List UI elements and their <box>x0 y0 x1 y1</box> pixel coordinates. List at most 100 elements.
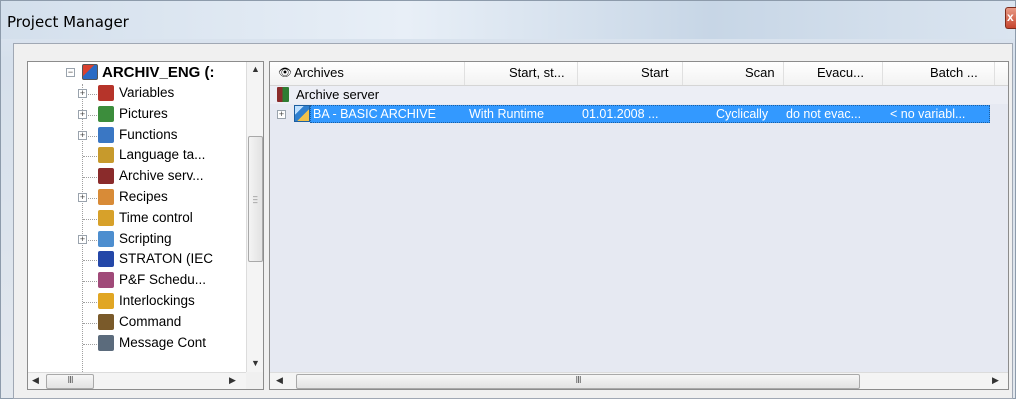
column-start-type[interactable]: Start, st... <box>509 65 565 80</box>
client-area: − ARCHIV_ENG (: + Variables + Pictures + Func… <box>13 43 1013 399</box>
tree-root-label: ARCHIV_ENG (: <box>102 64 215 81</box>
tree-horizontal-scrollbar[interactable]: ◀ III ▶ <box>28 372 246 389</box>
column-divider[interactable] <box>783 62 784 85</box>
scroll-up-arrow-icon[interactable]: ▲ <box>251 64 260 74</box>
tree-item-label: Interlockings <box>119 293 195 308</box>
window-title: Project Manager <box>7 13 129 31</box>
tree-hscroll-thumb[interactable]: III <box>46 374 94 389</box>
project-tree[interactable]: − ARCHIV_ENG (: + Variables + Pictures + Func… <box>27 61 264 390</box>
pictures-icon <box>98 105 114 122</box>
column-divider[interactable] <box>994 62 995 85</box>
archives-list-area: 👁 Archives Start, st... Start Scan Evacu… <box>270 62 1008 372</box>
archive-server-icon <box>98 168 114 185</box>
column-batch[interactable]: Batch ... <box>930 65 978 80</box>
scroll-left-arrow-icon[interactable]: ◀ <box>32 375 39 386</box>
expand-icon[interactable]: + <box>78 89 87 98</box>
tree-item-label: Command <box>119 313 182 329</box>
tree-connector <box>83 343 97 345</box>
column-divider[interactable] <box>577 62 578 85</box>
variables-icon <box>98 85 114 101</box>
recipes-icon <box>98 189 114 205</box>
project-manager-window: Project Manager x − ARCHIV_ENG (: + Varia… <box>0 0 1016 399</box>
tree-item[interactable]: STRATON (IEC <box>28 250 246 270</box>
tree-item[interactable]: Archive serv... <box>28 167 246 187</box>
functions-icon <box>98 126 114 143</box>
tree-connector <box>83 302 97 303</box>
tree-item-label: Language ta... <box>119 147 206 163</box>
tree-item[interactable]: + Pictures <box>28 105 246 125</box>
tree-item-label: Pictures <box>119 105 168 121</box>
tree-hscroll-grip: III <box>67 375 73 386</box>
tree-vertical-scrollbar[interactable]: ▲ – – – ▼ <box>246 62 263 372</box>
tree-item-label: Archive serv... <box>119 168 204 184</box>
tree-items: − ARCHIV_ENG (: + Variables + Pictures + Func… <box>28 62 246 372</box>
expand-icon[interactable]: + <box>78 234 87 244</box>
tree-root[interactable]: − ARCHIV_ENG (: <box>28 63 246 83</box>
cell-archive: BA - BASIC ARCHIVE <box>313 107 436 121</box>
tree-connector <box>83 177 97 179</box>
cell-batch: < no variabl... <box>890 107 966 121</box>
tree-item[interactable]: P&F Schedu... <box>28 271 246 291</box>
column-divider[interactable] <box>464 62 465 85</box>
tree-item-label: STRATON (IEC <box>119 251 214 267</box>
scroll-corner <box>246 372 263 389</box>
table-row[interactable]: BA - BASIC ARCHIVE With Runtime 01.01.20… <box>310 105 990 123</box>
straton-icon <box>98 251 114 268</box>
tree-connector <box>83 156 97 158</box>
scroll-left-arrow-icon[interactable]: ◀ <box>276 375 283 386</box>
tree-item-label: Time control <box>119 209 193 225</box>
column-divider[interactable] <box>882 62 883 85</box>
close-icon: x <box>1007 10 1014 24</box>
scroll-right-arrow-icon[interactable]: ▶ <box>992 375 999 386</box>
column-archives[interactable]: Archives <box>294 65 344 80</box>
pf-scheduler-icon <box>98 272 114 289</box>
tree-item[interactable]: + Functions <box>28 126 246 146</box>
message-control-icon <box>98 334 114 351</box>
scripting-icon <box>98 230 114 247</box>
column-divider[interactable] <box>682 62 683 85</box>
cell-scan: Cyclically <box>716 107 769 121</box>
tree-item-label: Message Cont <box>119 334 207 350</box>
tree-item[interactable]: + Variables <box>28 84 246 104</box>
tree-connector <box>83 260 97 262</box>
tree-item-label: P&F Schedu... <box>119 272 207 288</box>
expand-icon[interactable]: + <box>277 110 286 119</box>
column-evacuation[interactable]: Evacu... <box>817 65 864 80</box>
tree-connector <box>83 218 97 220</box>
list-horizontal-scrollbar[interactable]: ◀ III ▶ <box>270 372 1008 389</box>
tree-item[interactable]: Interlockings <box>28 292 246 312</box>
column-start[interactable]: Start <box>641 65 668 80</box>
archives-list[interactable]: 👁 Archives Start, st... Start Scan Evacu… <box>269 61 1009 390</box>
scroll-down-arrow-icon[interactable]: ▼ <box>251 358 260 368</box>
collapse-icon[interactable]: − <box>66 68 75 77</box>
scroll-right-arrow-icon[interactable]: ▶ <box>229 375 236 386</box>
tree-connector <box>83 281 97 283</box>
expand-icon[interactable]: + <box>78 193 87 202</box>
list-hscroll-grip: III <box>575 375 581 386</box>
language-table-icon <box>98 147 114 164</box>
group-label: Archive server <box>296 87 380 102</box>
time-control-icon <box>98 209 114 226</box>
column-scan[interactable]: Scan <box>745 65 775 80</box>
cell-evacuation: do not evac... <box>786 107 862 121</box>
tree-item-label: Variables <box>119 85 175 100</box>
tree-vscroll-thumb[interactable]: – – – <box>248 136 263 262</box>
title-bar[interactable]: Project Manager x <box>1 1 1016 39</box>
tree-item[interactable]: + Scripting <box>28 230 246 250</box>
tree-item-label: Recipes <box>119 189 168 204</box>
close-button[interactable]: x <box>1005 7 1016 29</box>
list-hscroll-thumb[interactable]: III <box>296 374 860 389</box>
tree-item[interactable]: Message Cont <box>28 334 246 354</box>
tree-item[interactable]: + Recipes <box>28 188 246 208</box>
tree-connector <box>83 322 97 324</box>
expand-icon[interactable]: + <box>78 109 87 119</box>
cell-start: 01.01.2008 ... <box>582 107 659 121</box>
group-row[interactable]: Archive server <box>270 86 1008 104</box>
tree-item[interactable]: Command <box>28 313 246 333</box>
tree-item[interactable]: Language ta... <box>28 146 246 166</box>
tree-item-label: Functions <box>119 126 178 142</box>
list-header: 👁 Archives Start, st... Start Scan Evacu… <box>270 62 1008 86</box>
expand-icon[interactable]: + <box>78 130 87 140</box>
tree-item[interactable]: Time control <box>28 209 246 229</box>
tree-item-label: Scripting <box>119 230 172 246</box>
